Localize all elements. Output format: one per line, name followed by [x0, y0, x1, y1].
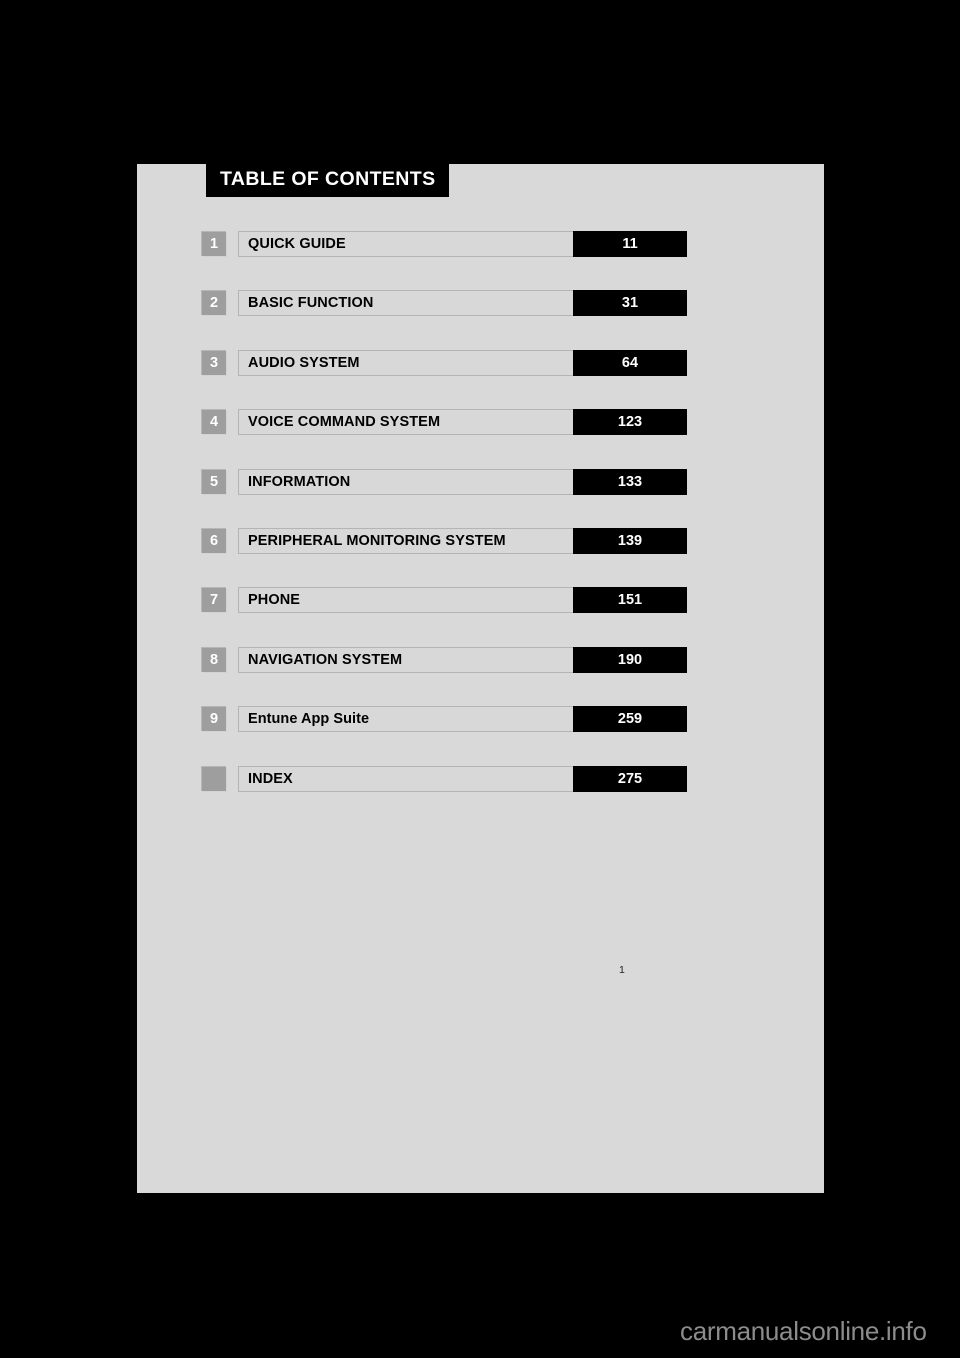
chapter-number-badge: 7	[201, 587, 227, 614]
toc-entry-bar[interactable]: AUDIO SYSTEM 64	[238, 349, 687, 376]
chapter-title: VOICE COMMAND SYSTEM	[238, 409, 573, 436]
chapter-title: AUDIO SYSTEM	[238, 349, 573, 376]
page-folio-number: 1	[619, 964, 625, 976]
chapter-title: INFORMATION	[238, 468, 573, 495]
chapter-title: PHONE	[238, 587, 573, 614]
chapter-number-badge: 2	[201, 290, 227, 317]
chapter-page-number: 190	[573, 646, 687, 673]
chapter-title: QUICK GUIDE	[238, 231, 573, 257]
chapter-page-number: 64	[573, 349, 687, 376]
chapter-page-number: 31	[573, 290, 687, 317]
toc-entry-bar[interactable]: BASIC FUNCTION 31	[238, 290, 687, 317]
toc-entry-audio-system[interactable]: 3 AUDIO SYSTEM 64	[201, 349, 687, 376]
chapter-number-badge: 3	[201, 349, 227, 376]
chapter-number-badge: 9	[201, 706, 227, 733]
toc-entry-bar[interactable]: INFORMATION 133	[238, 468, 687, 495]
chapter-number-badge: 5	[201, 468, 227, 495]
chapter-number-badge: 1	[201, 231, 227, 257]
page-title: TABLE OF CONTENTS	[206, 162, 449, 197]
toc-entry-peripheral-monitoring-system[interactable]: 6 PERIPHERAL MONITORING SYSTEM 139	[201, 527, 687, 554]
toc-entry-quick-guide[interactable]: 1 QUICK GUIDE 11	[201, 231, 687, 257]
chapter-page-number: 123	[573, 409, 687, 436]
chapter-title: NAVIGATION SYSTEM	[238, 646, 573, 673]
chapter-number-badge: 4	[201, 409, 227, 436]
chapter-title: INDEX	[238, 765, 573, 792]
toc-entry-entune-app-suite[interactable]: 9 Entune App Suite 259	[201, 706, 687, 733]
chapter-number-badge: 8	[201, 646, 227, 673]
toc-entry-voice-command-system[interactable]: 4 VOICE COMMAND SYSTEM 123	[201, 409, 687, 436]
toc-entry-phone[interactable]: 7 PHONE 151	[201, 587, 687, 614]
chapter-number-badge	[201, 765, 227, 792]
toc-entry-bar[interactable]: PERIPHERAL MONITORING SYSTEM 139	[238, 527, 687, 554]
toc-entry-bar[interactable]: INDEX 275	[238, 765, 687, 792]
chapter-page-number: 275	[573, 765, 687, 792]
toc-entry-bar[interactable]: VOICE COMMAND SYSTEM 123	[238, 409, 687, 436]
chapter-page-number: 11	[573, 231, 687, 257]
chapter-title: Entune App Suite	[238, 706, 573, 733]
site-watermark: carmanualsonline.info	[680, 1316, 927, 1346]
chapter-page-number: 259	[573, 706, 687, 733]
chapter-title: PERIPHERAL MONITORING SYSTEM	[238, 527, 573, 554]
chapter-page-number: 133	[573, 468, 687, 495]
table-of-contents-list: 1 QUICK GUIDE 11 2 BASIC FUNCTION 31 3 A…	[201, 231, 687, 825]
chapter-page-number: 151	[573, 587, 687, 614]
chapter-title: BASIC FUNCTION	[238, 290, 573, 317]
toc-entry-index[interactable]: INDEX 275	[201, 765, 687, 792]
chapter-number-badge: 6	[201, 527, 227, 554]
toc-entry-bar[interactable]: NAVIGATION SYSTEM 190	[238, 646, 687, 673]
chapter-page-number: 139	[573, 527, 687, 554]
toc-entry-information[interactable]: 5 INFORMATION 133	[201, 468, 687, 495]
toc-entry-bar[interactable]: Entune App Suite 259	[238, 706, 687, 733]
toc-entry-navigation-system[interactable]: 8 NAVIGATION SYSTEM 190	[201, 646, 687, 673]
toc-entry-bar[interactable]: QUICK GUIDE 11	[238, 231, 687, 257]
toc-entry-basic-function[interactable]: 2 BASIC FUNCTION 31	[201, 290, 687, 317]
toc-entry-bar[interactable]: PHONE 151	[238, 587, 687, 614]
